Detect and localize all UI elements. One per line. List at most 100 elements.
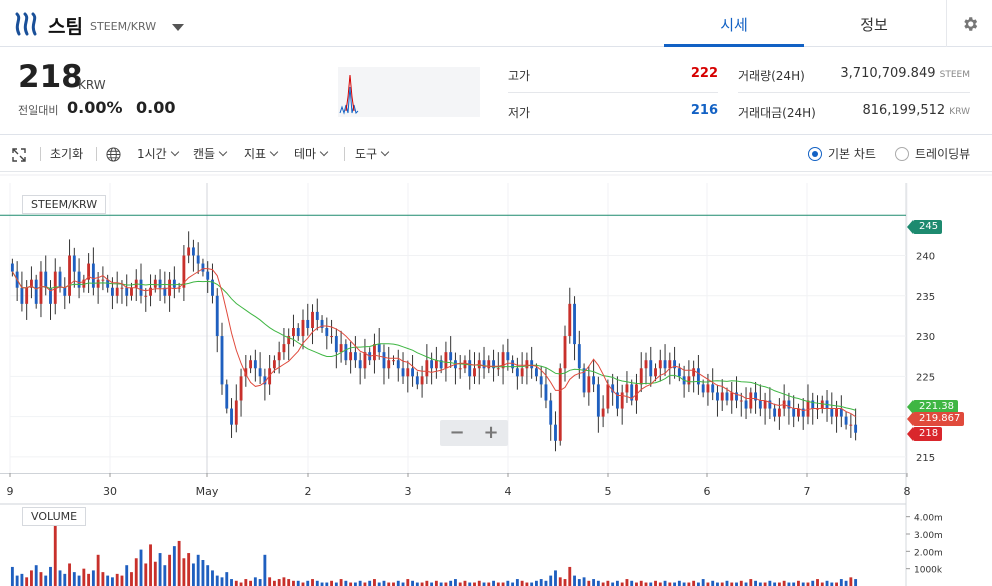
chevron-down-icon	[269, 147, 279, 157]
volume-bar	[777, 582, 781, 586]
volume-bar	[101, 572, 105, 586]
volume-bar	[306, 580, 310, 586]
volume-label: 거래량(24H)	[738, 69, 805, 83]
candle-body	[120, 287, 124, 289]
volume-bar	[225, 572, 229, 586]
volume-bar	[701, 579, 705, 586]
amount-value: 816,199,512	[862, 103, 946, 118]
volume-bar	[311, 579, 314, 586]
low-value: 216	[690, 103, 718, 118]
tab-info[interactable]: 정보	[804, 0, 944, 47]
candle-body	[649, 360, 653, 377]
theme-dropdown[interactable]: 테마	[294, 136, 329, 172]
x-tick-label: 6	[704, 485, 711, 498]
volume-bar	[91, 570, 95, 586]
volume-bar	[649, 582, 653, 586]
indicator-dropdown[interactable]: 지표	[244, 136, 279, 172]
volume-bar	[549, 575, 553, 586]
candle-body	[568, 303, 572, 337]
volume-bar	[96, 554, 100, 586]
volume-bar	[673, 582, 677, 586]
volume-bar	[130, 572, 133, 586]
symbol-search-button[interactable]	[106, 136, 121, 172]
volume-bar	[573, 575, 576, 586]
volume-bar	[854, 579, 858, 586]
volume-bar	[787, 582, 791, 586]
volume-bar	[430, 582, 434, 586]
y-tick-label: 215	[916, 453, 935, 464]
gear-icon	[963, 16, 977, 31]
radio-selected-icon	[808, 146, 822, 161]
candle-body	[206, 271, 210, 280]
candle-type-dropdown[interactable]: 캔들	[193, 136, 228, 172]
fullscreen-button[interactable]	[12, 136, 26, 172]
candle-body	[606, 384, 610, 409]
volume-bar	[353, 582, 357, 586]
candle-body	[739, 400, 743, 402]
volume-bar	[244, 579, 248, 586]
volume-bar	[320, 582, 324, 586]
candle-body	[373, 344, 376, 361]
candle-body	[811, 400, 815, 409]
zoom-out-button[interactable]: −	[440, 420, 474, 446]
candle-body	[663, 360, 667, 369]
volume-bar	[558, 577, 562, 586]
candle-body	[563, 336, 567, 369]
basic-chart-radio[interactable]: 기본 차트	[808, 136, 876, 172]
candle-body	[306, 319, 310, 328]
tools-dropdown[interactable]: 도구	[355, 136, 390, 172]
price-chart-area[interactable]: 240235230225220215930May23456784.00m3.00…	[0, 173, 992, 586]
candle-body	[482, 360, 486, 369]
volume-bar	[830, 582, 834, 586]
candle-body	[201, 263, 205, 272]
candle-body	[425, 360, 429, 377]
candle-body	[420, 376, 424, 385]
candle-body	[687, 376, 691, 385]
mini-sparkline	[338, 67, 480, 117]
volume-bar	[511, 582, 515, 586]
volume-bar	[382, 580, 386, 586]
volume-bar	[177, 540, 181, 586]
x-tick-label: 30	[103, 485, 117, 498]
volume-bar	[835, 582, 838, 586]
volume-bar	[315, 580, 319, 586]
candle-body	[125, 287, 129, 296]
candle-body	[515, 368, 519, 377]
candle-body	[325, 328, 329, 337]
volume-bar	[820, 582, 824, 586]
volume-bar	[568, 566, 572, 586]
reset-button[interactable]: 초기화	[50, 136, 83, 172]
chevron-down-icon[interactable]	[172, 24, 184, 31]
candlestick-chart[interactable]: 240235230225220215930May23456784.00m3.00…	[0, 173, 992, 586]
volume-bar	[463, 580, 467, 586]
tradingview-label: 트레이딩뷰	[915, 147, 971, 161]
volume-bar	[620, 582, 624, 586]
tab-quote[interactable]: 시세	[664, 0, 804, 47]
settings-button[interactable]	[946, 0, 992, 47]
volume-bar	[292, 580, 295, 586]
candle-body	[353, 352, 357, 361]
volume-bar	[668, 582, 672, 586]
y-tick-label: 230	[916, 332, 935, 343]
volume-bar	[110, 577, 114, 586]
candle-body	[10, 263, 14, 272]
x-tick-label: May	[196, 485, 219, 498]
tradingview-radio[interactable]: 트레이딩뷰	[895, 136, 970, 172]
candle-body	[282, 344, 286, 353]
indicator-label: 지표	[244, 147, 267, 161]
separator	[40, 147, 41, 161]
interval-dropdown[interactable]: 1시간	[137, 136, 179, 172]
high-label: 고가	[508, 69, 531, 83]
volume-bar	[272, 580, 276, 586]
candle-body	[596, 384, 600, 417]
candle-body	[849, 424, 853, 426]
chevron-down-icon	[380, 147, 390, 157]
chart-toolbar: 초기화 1시간 캔들 지표 테마 도구 기본 차트 트레이딩뷰	[0, 136, 992, 172]
volume-bar	[844, 580, 848, 586]
zoom-in-button[interactable]: +	[474, 420, 508, 446]
volume-bar	[492, 580, 495, 586]
candle-body	[520, 368, 524, 377]
volume-bar	[720, 582, 724, 586]
volume-bar	[782, 580, 786, 586]
volume-bar	[515, 579, 519, 586]
